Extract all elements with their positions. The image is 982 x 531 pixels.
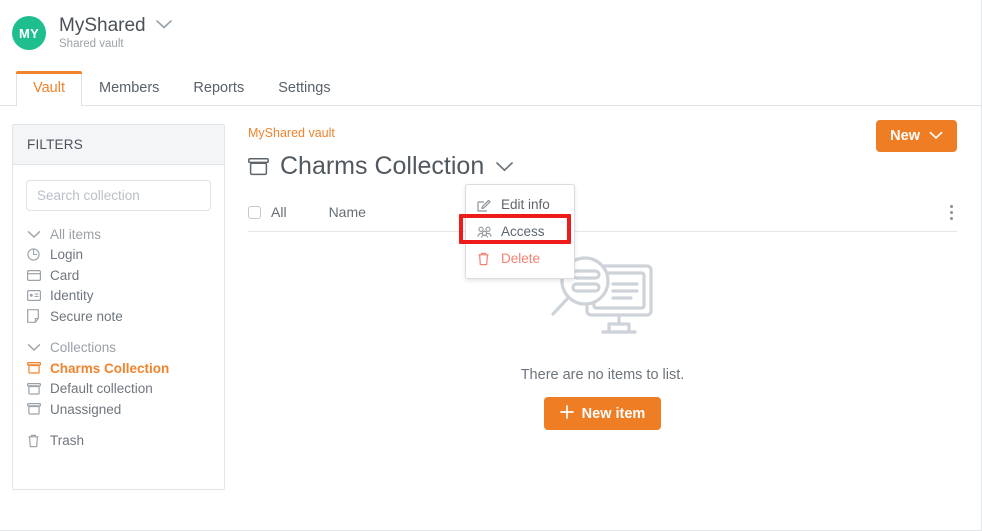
menu-item-edit-info[interactable]: Edit info xyxy=(466,191,574,218)
sidebar-content: All items Login Card xyxy=(13,165,224,463)
chevron-down-icon xyxy=(929,128,943,144)
org-header: MY MyShared Shared vault xyxy=(0,0,981,56)
select-all-checkbox[interactable] xyxy=(248,205,261,219)
sidebar-item-unassigned[interactable]: Unassigned xyxy=(26,399,211,420)
org-title-row[interactable]: MyShared xyxy=(59,15,173,36)
note-icon xyxy=(27,309,47,324)
new-button[interactable]: New xyxy=(876,120,957,152)
menu-item-label: Access xyxy=(501,224,545,239)
collection-options-menu: Edit info Access Delete xyxy=(459,184,575,279)
tab-vault[interactable]: Vault xyxy=(16,71,82,106)
menu-item-access-wrap: Access xyxy=(459,214,574,245)
collection-icon xyxy=(27,403,47,415)
trash-icon xyxy=(27,434,47,448)
collection-icon xyxy=(27,382,47,395)
page-title: Charms Collection xyxy=(280,152,485,180)
chevron-down-icon[interactable] xyxy=(495,161,514,173)
edit-icon xyxy=(477,198,492,212)
avatar: MY xyxy=(12,16,46,50)
sidebar-item-label: Trash xyxy=(50,433,85,449)
menu-item-delete[interactable]: Delete xyxy=(466,245,574,272)
chevron-down-icon xyxy=(27,343,47,352)
chevron-down-icon xyxy=(27,230,47,239)
tab-members[interactable]: Members xyxy=(82,71,176,105)
group-people-icon xyxy=(477,226,492,238)
sidebar-item-label: Collections xyxy=(50,340,117,356)
collection-icon xyxy=(27,362,47,374)
breadcrumb[interactable]: MyShared vault xyxy=(248,126,335,140)
trash-icon xyxy=(477,252,492,266)
filters-header: FILTERS xyxy=(13,125,224,165)
sidebar-item-label: Secure note xyxy=(50,308,123,324)
new-button-label: New xyxy=(890,128,920,144)
chevron-down-icon[interactable] xyxy=(155,17,173,35)
sidebar-item-secure-note[interactable]: Secure note xyxy=(26,306,211,327)
sidebar-item-label: Unassigned xyxy=(50,401,122,417)
menu-item-access[interactable]: Access xyxy=(466,218,574,245)
tab-settings[interactable]: Settings xyxy=(261,71,347,105)
sidebar-item-card[interactable]: Card xyxy=(26,265,211,286)
sidebar-item-login[interactable]: Login xyxy=(26,245,211,266)
filters-sidebar: FILTERS All items Login xyxy=(12,124,225,490)
sidebar-item-label: Login xyxy=(50,247,84,263)
sidebar-item-label: Default collection xyxy=(50,381,153,397)
plus-icon xyxy=(559,404,574,423)
sidebar-item-label: Identity xyxy=(50,288,94,304)
tab-reports[interactable]: Reports xyxy=(176,71,261,105)
new-item-button[interactable]: New item xyxy=(543,397,662,430)
sidebar-item-default-collection[interactable]: Default collection xyxy=(26,379,211,400)
search-input[interactable] xyxy=(26,180,211,211)
new-item-label: New item xyxy=(581,405,646,422)
org-subtitle: Shared vault xyxy=(59,37,124,50)
org-name: MyShared xyxy=(59,15,146,37)
menu-item-label: Delete xyxy=(501,251,541,266)
main-panel: MyShared vault New Charms Collection All… xyxy=(225,120,981,531)
select-all-label: All xyxy=(271,204,287,220)
identity-icon xyxy=(27,290,47,302)
filters-nav-list: All items Login Card Identity Secure not… xyxy=(26,224,211,451)
login-icon xyxy=(27,248,47,261)
sidebar-item-identity[interactable]: Identity xyxy=(26,286,211,307)
sidebar-item-charms-collection[interactable]: Charms Collection xyxy=(26,358,211,379)
collection-icon xyxy=(248,157,269,176)
app-window: MY MyShared Shared vault Vault Members R… xyxy=(0,0,982,531)
kebab-menu-icon[interactable] xyxy=(946,203,957,222)
org-text-block: MyShared Shared vault xyxy=(59,15,173,50)
sidebar-group-all-items[interactable]: All items xyxy=(26,224,211,245)
column-header-name: Name xyxy=(328,204,366,220)
main-tabs: Vault Members Reports Settings xyxy=(0,70,981,106)
sidebar-item-label: Charms Collection xyxy=(50,360,170,376)
sidebar-item-label: Card xyxy=(50,267,80,283)
page-title-row: Charms Collection xyxy=(248,152,957,181)
table-header-row: All Name xyxy=(248,202,957,232)
sidebar-item-trash[interactable]: Trash xyxy=(26,431,211,452)
card-icon xyxy=(27,269,47,281)
empty-state-message: There are no items to list. xyxy=(520,367,685,383)
body-wrapper: FILTERS All items Login xyxy=(0,106,981,531)
sidebar-item-label: All items xyxy=(50,226,102,242)
empty-state: There are no items to list. New item xyxy=(248,254,957,430)
sidebar-group-collections[interactable]: Collections xyxy=(26,338,211,359)
menu-item-label: Edit info xyxy=(501,197,550,212)
